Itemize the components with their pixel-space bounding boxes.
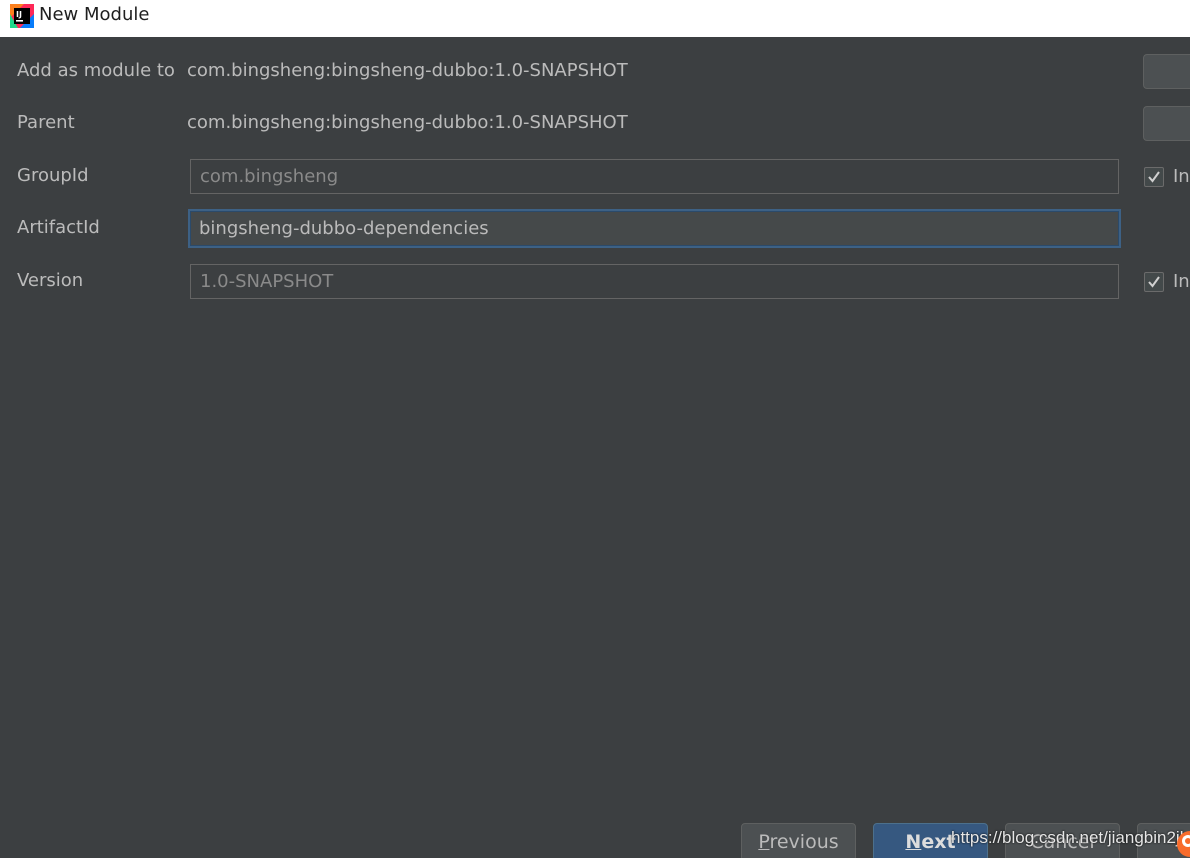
version-inherit-label: In [1173, 271, 1190, 292]
window-title: New Module [39, 4, 150, 25]
previous-label: revious [769, 831, 839, 853]
add-as-module-value: com.bingsheng:bingsheng-dubbo:1.0-SNAPSH… [187, 60, 628, 81]
checkmark-icon [1148, 276, 1160, 288]
next-mnemonic: N [905, 831, 922, 853]
svg-text:IJ: IJ [16, 10, 22, 19]
parent-value: com.bingsheng:bingsheng-dubbo:1.0-SNAPSH… [187, 112, 628, 133]
watermark-text: https://blog.csdn.net/jiangbin2jly [951, 828, 1190, 847]
previous-mnemonic: P [758, 831, 770, 853]
intellij-idea-icon: IJ [10, 4, 34, 28]
group-id-field[interactable]: com.bingsheng [190, 159, 1119, 194]
title-bar: IJ New Module [0, 0, 1190, 37]
group-id-label: GroupId [17, 165, 89, 186]
version-label: Version [17, 270, 84, 291]
previous-button[interactable]: Previous [741, 823, 856, 858]
add-as-module-label: Add as module to [17, 60, 175, 81]
version-inherit-checkbox[interactable] [1144, 272, 1164, 292]
parent-label: Parent [17, 112, 75, 133]
group-id-inherit-checkbox[interactable] [1144, 167, 1164, 187]
artifact-id-label: ArtifactId [17, 217, 100, 238]
new-module-dialog: IJ New Module Add as module to com.bings… [0, 0, 1190, 858]
checkmark-icon [1148, 171, 1160, 183]
group-id-inherit-label: In [1173, 166, 1190, 187]
version-field[interactable]: 1.0-SNAPSHOT [190, 264, 1119, 299]
artifact-id-field[interactable]: bingsheng-dubbo-dependencies [188, 209, 1121, 248]
add-as-module-browse-button[interactable] [1143, 54, 1190, 89]
parent-browse-button[interactable] [1143, 106, 1190, 141]
